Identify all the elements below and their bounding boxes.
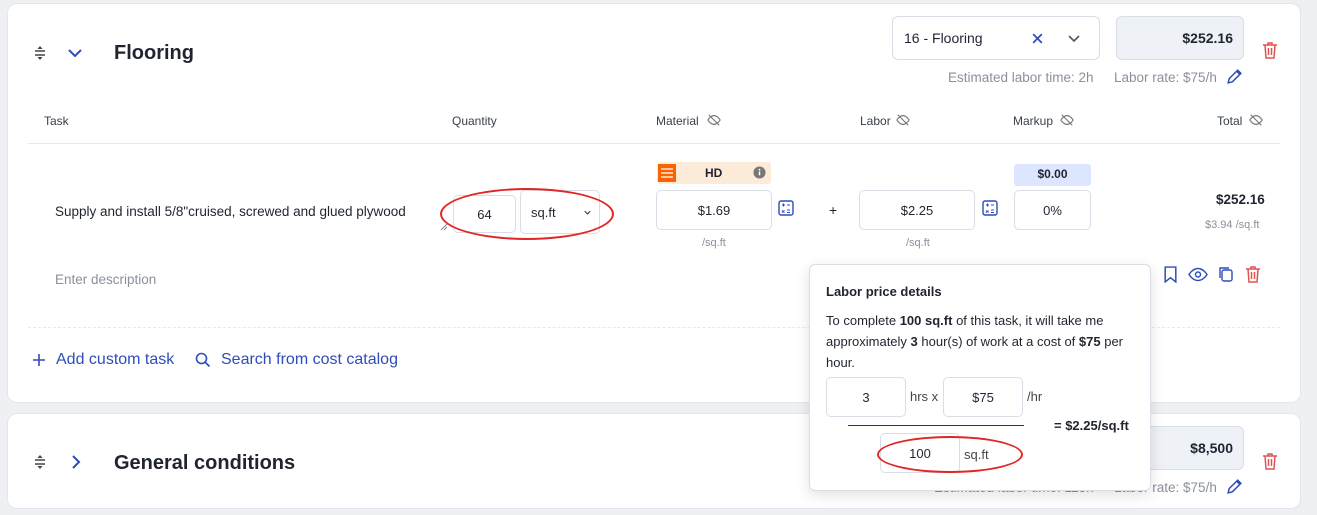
- labor-unit: /sq.ft: [906, 237, 930, 249]
- plus-sign: +: [829, 202, 838, 218]
- supplier-label: HD: [705, 166, 723, 180]
- column-header-material: Material: [656, 114, 699, 128]
- section-total[interactable]: $252.16: [1116, 16, 1244, 60]
- rate-input[interactable]: $75: [943, 377, 1023, 417]
- home-depot-logo-icon: [658, 164, 676, 182]
- search-cost-catalog-button[interactable]: Search from cost catalog: [221, 351, 398, 369]
- clear-icon[interactable]: [1031, 32, 1044, 45]
- copy-icon[interactable]: [1218, 266, 1234, 282]
- column-header-quantity: Quantity: [452, 114, 497, 128]
- annotation-ellipse: [440, 188, 614, 240]
- category-select-value: 16 - Flooring: [904, 30, 983, 46]
- edit-icon[interactable]: [1226, 68, 1243, 85]
- material-price-input[interactable]: $1.69: [656, 190, 772, 230]
- eye-off-icon[interactable]: [1249, 113, 1263, 127]
- column-header-total: Total: [1217, 114, 1243, 128]
- bookmark-icon[interactable]: [1163, 266, 1178, 283]
- labor-price-input[interactable]: $2.25: [859, 190, 975, 230]
- column-header-labor: Labor: [860, 114, 891, 128]
- calculator-icon[interactable]: [982, 200, 998, 216]
- info-icon[interactable]: [753, 166, 766, 179]
- labor-rate-result: = $2.25/sq.ft: [1054, 418, 1129, 433]
- plus-icon[interactable]: [32, 353, 46, 367]
- column-header-markup: Markup: [1013, 114, 1054, 128]
- hours-input[interactable]: 3: [826, 377, 906, 417]
- rate-label: /hr: [1027, 389, 1043, 404]
- supplier-badge[interactable]: HD: [657, 162, 771, 184]
- trash-icon[interactable]: [1262, 41, 1278, 59]
- add-custom-task-button[interactable]: Add custom task: [56, 351, 174, 369]
- task-total: $252.16: [1216, 192, 1265, 207]
- drag-handle-icon[interactable]: [32, 454, 48, 470]
- labor-rate: Labor rate: $75/h: [1114, 70, 1217, 85]
- fraction-line: [848, 425, 1024, 426]
- category-select[interactable]: 16 - Flooring: [892, 16, 1100, 60]
- section-title: General conditions: [114, 452, 296, 474]
- eye-icon[interactable]: [1188, 267, 1208, 282]
- estimated-labor-time: Estimated labor time: 2h: [948, 70, 1094, 85]
- section-title: Flooring: [114, 42, 194, 64]
- drag-handle-icon[interactable]: [32, 45, 48, 61]
- edit-icon[interactable]: [1226, 478, 1243, 495]
- calculator-icon[interactable]: [778, 200, 794, 216]
- trash-icon[interactable]: [1245, 265, 1261, 283]
- chevron-right-icon[interactable]: [67, 453, 85, 471]
- trash-icon[interactable]: [1262, 452, 1278, 470]
- popover-description: To complete 100 sq.ft of this task, it w…: [826, 313, 1124, 370]
- divider: [28, 143, 1280, 144]
- popover-title: Labor price details: [826, 284, 942, 299]
- material-unit: /sq.ft: [702, 237, 726, 249]
- eye-off-icon[interactable]: [1060, 113, 1074, 127]
- search-icon[interactable]: [195, 352, 211, 368]
- eye-off-icon[interactable]: [896, 113, 910, 127]
- task-name[interactable]: Supply and install 5/8"cruised, screwed …: [55, 204, 406, 219]
- column-header-task: Task: [44, 114, 69, 128]
- task-unit-total: $3.94 /sq.ft: [1205, 219, 1260, 231]
- markup-percent-input[interactable]: 0%: [1014, 190, 1091, 230]
- eye-off-icon[interactable]: [707, 113, 721, 127]
- markup-amount: $0.00: [1014, 164, 1091, 186]
- annotation-ellipse: [877, 436, 1023, 473]
- chevron-down-icon[interactable]: [1067, 33, 1081, 45]
- description-input[interactable]: Enter description: [55, 272, 156, 287]
- chevron-down-icon[interactable]: [66, 44, 84, 62]
- hours-label: hrs x: [910, 389, 939, 404]
